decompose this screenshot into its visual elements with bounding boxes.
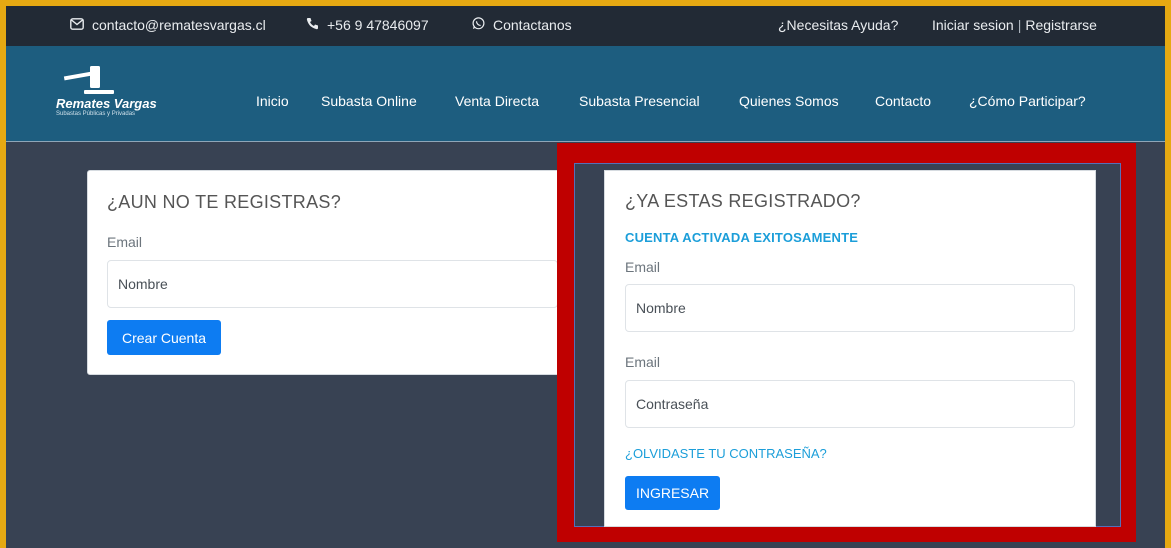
register-email-placeholder: Nombre [118, 276, 168, 292]
nav-venta-directa[interactable]: Venta Directa [455, 93, 539, 109]
login-password-placeholder: Contraseña [636, 396, 709, 412]
whatsapp-link[interactable]: Contactanos [472, 17, 572, 33]
phone-icon [306, 17, 319, 33]
nav-quienes-somos[interactable]: Quienes Somos [739, 93, 839, 109]
whatsapp-icon [472, 17, 485, 33]
login-email-placeholder: Nombre [636, 300, 686, 316]
forgot-password-link[interactable]: ¿OLVIDASTE TU CONTRASEÑA? [625, 446, 827, 461]
login-email-input[interactable]: Nombre [625, 284, 1075, 332]
logo[interactable]: Remates Vargas Subastas Públicas y Priva… [52, 64, 162, 124]
register-email-label: Email [107, 234, 143, 250]
help-text: ¿Necesitas Ayuda? [778, 17, 899, 33]
register-title: ¿AUN NO TE REGISTRAS? [107, 192, 342, 212]
login-email-label: Email [625, 259, 661, 275]
auth-links: Iniciar sesion | Registrarse [932, 17, 1097, 33]
help-link[interactable]: ¿Necesitas Ayuda? [778, 17, 898, 33]
register-link[interactable]: Registrarse [1025, 17, 1097, 33]
envelope-icon [70, 17, 84, 33]
auth-separator: | [1017, 17, 1022, 33]
contact-email-text: contacto@rematesvargas.cl [92, 17, 266, 33]
logo-tagline: Subastas Públicas y Privadas [56, 111, 136, 117]
login-button[interactable]: INGRESAR [625, 476, 720, 510]
nav-subasta-presencial[interactable]: Subasta Presencial [579, 93, 700, 109]
nav-subasta-online[interactable]: Subasta Online [321, 93, 417, 109]
contact-phone-text: +56 9 47846097 [327, 17, 429, 33]
nav-inicio[interactable]: Inicio [256, 93, 289, 109]
logo-brand: Remates Vargas [56, 96, 157, 111]
login-link[interactable]: Iniciar sesion [932, 17, 1014, 33]
gavel-icon [63, 66, 114, 94]
register-card: ¿AUN NO TE REGISTRAS? Email Nombre Crear… [87, 170, 565, 375]
contact-email-link[interactable]: contacto@rematesvargas.cl [70, 17, 266, 33]
login-card: ¿YA ESTAS REGISTRADO? CUENTA ACTIVADA EX… [604, 170, 1096, 527]
login-password-label: Email [625, 354, 661, 370]
whatsapp-text: Contactanos [493, 17, 572, 33]
main-navbar: Remates Vargas Subastas Públicas y Priva… [6, 46, 1165, 142]
login-password-input[interactable]: Contraseña [625, 380, 1075, 428]
nav-como-participar[interactable]: ¿Cómo Participar? [969, 93, 1086, 109]
register-email-input[interactable]: Nombre [107, 260, 558, 308]
create-account-button[interactable]: Crear Cuenta [107, 320, 221, 355]
top-bar: contacto@rematesvargas.cl +56 9 47846097… [6, 6, 1165, 46]
account-activated-message: CUENTA ACTIVADA EXITOSAMENTE [625, 230, 859, 245]
contact-phone-link[interactable]: +56 9 47846097 [306, 17, 429, 33]
login-title: ¿YA ESTAS REGISTRADO? [625, 191, 861, 211]
nav-contacto[interactable]: Contacto [875, 93, 931, 109]
